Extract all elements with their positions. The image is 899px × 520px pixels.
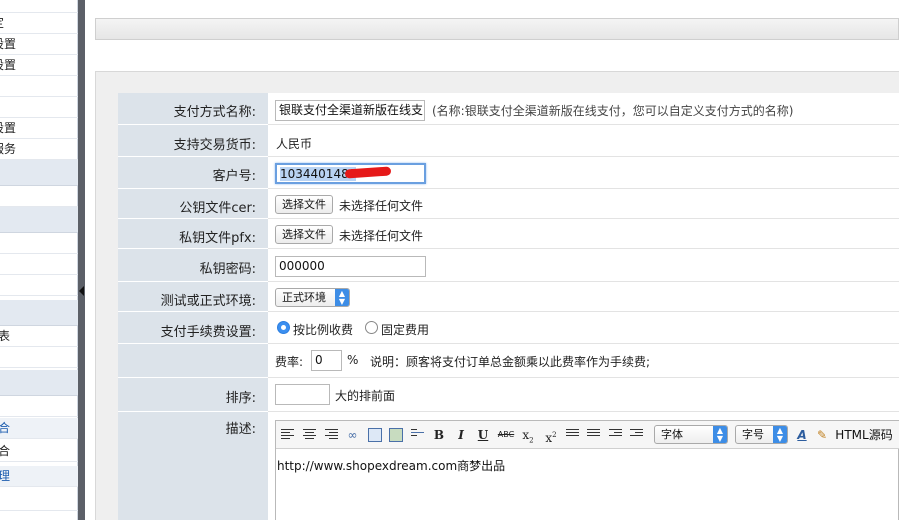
sort-order-hint: 大的排前面 xyxy=(335,389,396,403)
label-key-password: 私钥密码: xyxy=(199,262,256,277)
select-arrows-icon: ▲ ▼ xyxy=(713,426,727,443)
sidebar-splitter[interactable] xyxy=(78,0,85,520)
payment-name-input[interactable]: 银联支付全渠道新版在线支 xyxy=(275,100,425,121)
sidebar-item[interactable]: 定 xyxy=(0,13,78,34)
label-fee-setting: 支付手续费设置: xyxy=(160,325,256,340)
payment-name-hint: (名称:银联支付全渠道新版在线支付，您可以自定义支付方式的名称) xyxy=(432,104,794,118)
label-environment: 测试或正式环境: xyxy=(160,294,256,309)
select-arrows-icon: ▲ ▼ xyxy=(773,426,787,443)
payment-config-form: 支付方式名称: 银联支付全渠道新版在线支 (名称:银联支付全渠道新版在线支付，您… xyxy=(118,93,899,520)
sidebar-item[interactable] xyxy=(0,186,78,207)
table-icon[interactable] xyxy=(368,428,382,442)
italic-icon[interactable]: I xyxy=(455,428,467,442)
choose-pfx-file-button[interactable]: 选择文件 xyxy=(275,225,333,244)
horizontal-rule-icon[interactable] xyxy=(411,429,424,440)
sidebar-section-header[interactable] xyxy=(0,300,78,326)
sidebar-item-settings-1[interactable]: 设置 xyxy=(0,34,78,55)
row-currency: 支持交易货币: 人民币 xyxy=(118,125,899,157)
label-public-key: 公钥文件cer: xyxy=(179,201,256,216)
label-private-key: 私钥文件pfx: xyxy=(179,231,256,246)
row-public-key: 公钥文件cer: 选择文件 未选择任何文件 xyxy=(118,189,899,219)
sidebar-item-settings-2[interactable]: 设置 xyxy=(0,55,78,76)
row-sort-order: 排序: 大的排前面 xyxy=(118,378,899,412)
sidebar-item[interactable] xyxy=(0,396,78,417)
fee-percentage-radio[interactable] xyxy=(277,321,290,334)
strikethrough-icon[interactable]: ABC xyxy=(497,428,515,442)
align-center-icon[interactable] xyxy=(303,429,316,440)
row-fee-setting: 支付手续费设置: 按比例收费 固定费用 xyxy=(118,312,899,344)
sidebar-item-combo-2[interactable]: 合 xyxy=(0,441,78,462)
key-password-input[interactable]: 000000 xyxy=(275,256,426,277)
sidebar-item-manage[interactable]: 理 xyxy=(0,466,78,487)
choose-cert-file-button[interactable]: 选择文件 xyxy=(275,195,333,214)
row-key-password: 私钥密码: 000000 xyxy=(118,249,899,282)
rate-unit: % xyxy=(347,353,359,367)
align-left-icon[interactable] xyxy=(281,429,294,440)
fee-fixed-label[interactable]: 固定费用 xyxy=(381,321,429,338)
rate-note: 说明：顾客将支付订单总金额乘以此费率作为手续费; xyxy=(370,355,651,369)
row-environment: 测试或正式环境: 正式环境 ▲ ▼ xyxy=(118,282,899,312)
image-icon[interactable] xyxy=(389,428,403,442)
label-description: 描述: xyxy=(225,422,256,437)
subscript-icon[interactable]: x2 xyxy=(521,428,535,444)
outdent-icon[interactable] xyxy=(609,429,622,440)
row-fee-rate: 费率: 0 % 说明：顾客将支付订单总金额乘以此费率作为手续费; xyxy=(118,344,899,378)
align-right-icon[interactable] xyxy=(325,429,338,440)
underline-icon[interactable]: U xyxy=(477,428,489,442)
cert-file-status: 未选择任何文件 xyxy=(339,199,424,213)
rich-text-editor[interactable]: ∞ B I U ABC x2 x2 字体 ▲ ▼ 字号 ▲ ▼ A ✎ HTML… xyxy=(275,420,899,520)
sidebar-item[interactable] xyxy=(0,76,78,97)
customer-id-input[interactable]: 1034401489 xyxy=(275,163,426,184)
sort-order-input[interactable] xyxy=(275,384,330,405)
sidebar-item-combo-1[interactable]: 合 xyxy=(0,418,78,439)
font-family-select[interactable]: 字体 ▲ ▼ xyxy=(654,425,728,444)
sidebar-item[interactable] xyxy=(0,254,78,275)
sidebar-item-settings-3[interactable]: 设置 xyxy=(0,118,78,139)
label-payment-name: 支付方式名称: xyxy=(173,105,256,120)
row-payment-name: 支付方式名称: 银联支付全渠道新版在线支 (名称:银联支付全渠道新版在线支付，您… xyxy=(118,93,899,125)
app-window: 定 设置 设置 设置 服务 表 合 合 理 支付方式名称: 银联支付全渠道新版在… xyxy=(0,0,899,520)
sidebar-section-header[interactable] xyxy=(0,370,78,396)
sidebar-item[interactable] xyxy=(0,275,78,296)
editor-content[interactable]: http://www.shopexdream.com商梦出品 xyxy=(276,457,505,474)
currency-value: 人民币 xyxy=(276,137,313,151)
ordered-list-icon[interactable] xyxy=(566,429,579,440)
rate-label: 费率: xyxy=(275,355,304,369)
select-arrows-icon: ▲ ▼ xyxy=(335,289,349,306)
left-sidebar: 定 设置 设置 设置 服务 表 合 合 理 xyxy=(0,0,78,520)
font-size-select[interactable]: 字号 ▲ ▼ xyxy=(735,425,788,444)
sidebar-item-table[interactable]: 表 xyxy=(0,326,78,347)
sidebar-item-service[interactable]: 服务 xyxy=(0,139,78,160)
row-description: 描述: ∞ B I U ABC x2 x2 字体 ▲ ▼ 字号 ▲ ▼ A ✎ … xyxy=(118,412,899,520)
editor-toolbar: ∞ B I U ABC x2 x2 字体 ▲ ▼ 字号 ▲ ▼ A ✎ HTML… xyxy=(276,421,899,449)
environment-select[interactable]: 正式环境 ▲ ▼ xyxy=(275,288,350,307)
sidebar-item[interactable] xyxy=(0,233,78,254)
font-color-icon[interactable]: A xyxy=(794,428,810,442)
top-toolbar-bar xyxy=(95,18,899,40)
redaction-mark xyxy=(344,166,392,179)
bold-icon[interactable]: B xyxy=(433,428,445,442)
label-customer-id: 客户号: xyxy=(212,169,256,184)
highlight-pen-icon[interactable]: ✎ xyxy=(816,428,828,442)
pfx-file-status: 未选择任何文件 xyxy=(339,229,424,243)
sidebar-section-header[interactable] xyxy=(0,160,78,186)
fee-fixed-radio[interactable] xyxy=(365,321,378,334)
html-source-button[interactable]: HTML源码 xyxy=(834,428,894,442)
sidebar-item[interactable] xyxy=(0,347,78,368)
label-sort-order: 排序: xyxy=(225,391,256,406)
unordered-list-icon[interactable] xyxy=(587,429,600,440)
link-icon[interactable]: ∞ xyxy=(345,428,360,442)
sidebar-item[interactable] xyxy=(0,97,78,118)
row-customer-id: 客户号: 1034401489 xyxy=(118,157,899,189)
sidebar-item[interactable] xyxy=(0,0,78,13)
fee-rate-input[interactable]: 0 xyxy=(311,350,342,371)
sidebar-item[interactable] xyxy=(0,490,78,511)
label-currency: 支持交易货币: xyxy=(173,138,256,153)
indent-icon[interactable] xyxy=(630,429,643,440)
sidebar-section-header[interactable] xyxy=(0,207,78,233)
superscript-icon[interactable]: x2 xyxy=(544,428,558,445)
row-private-key: 私钥文件pfx: 选择文件 未选择任何文件 xyxy=(118,219,899,249)
fee-percentage-label[interactable]: 按比例收费 xyxy=(293,321,353,338)
collapse-arrow-icon[interactable] xyxy=(79,286,84,296)
